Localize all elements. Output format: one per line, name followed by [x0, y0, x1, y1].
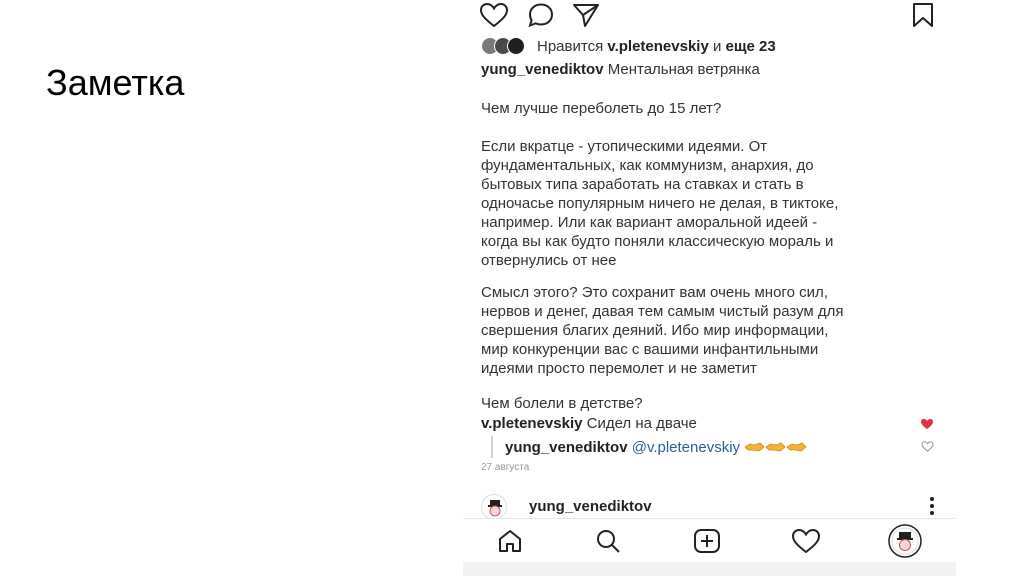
reply-author[interactable]: yung_venediktov	[505, 439, 628, 456]
caption-paragraph: Если вкратце - утопическими идеями. От ф…	[481, 138, 839, 269]
caption-paragraph: Смысл этого? Это сохранит вам очень мног…	[481, 284, 844, 377]
profile-avatar-icon[interactable]	[888, 524, 922, 563]
slide-title: Заметка	[46, 62, 185, 103]
caption-title: Ментальная ветрянка	[607, 61, 760, 78]
bottom-tab-bar	[463, 518, 956, 562]
reply-like-heart-icon[interactable]	[921, 439, 934, 457]
next-post-author[interactable]: yung_venediktov	[529, 498, 652, 515]
likes-row[interactable]: Нравится v.pletenevskiy и еще 23	[481, 36, 776, 56]
home-icon[interactable]	[497, 528, 523, 559]
heart-outline-icon[interactable]	[479, 2, 509, 33]
comment-bubble-icon[interactable]	[527, 2, 555, 33]
bookmark-icon[interactable]	[911, 2, 935, 33]
instagram-post-screenshot: Нравится v.pletenevskiy и еще 23 yung_ve…	[463, 0, 956, 576]
next-post-header: yung_venediktov	[481, 494, 941, 520]
caption-paragraph: Чем лучше переболеть до 15 лет?	[481, 100, 722, 117]
system-bar-strip	[463, 562, 956, 576]
activity-heart-icon[interactable]	[791, 528, 821, 559]
avatar[interactable]	[481, 494, 507, 520]
liker-username[interactable]: v.pletenevskiy	[607, 38, 708, 55]
comment-author[interactable]: v.pletenevskiy	[481, 415, 582, 432]
new-post-icon[interactable]	[693, 528, 721, 559]
comment-text: Сидел на дваче	[586, 415, 697, 432]
comment-liked-heart-icon[interactable]	[920, 417, 934, 435]
handshake-icon	[744, 441, 808, 453]
comment-reply: yung_venediktov @v.pletenevskiy	[491, 436, 808, 458]
likes-count[interactable]: еще 23	[726, 38, 776, 55]
liker-avatars	[481, 37, 535, 55]
caption-paragraph: Чем болели в детстве?	[481, 395, 643, 412]
search-icon[interactable]	[595, 528, 621, 559]
avatar	[507, 37, 525, 55]
send-paper-plane-icon[interactable]	[571, 2, 601, 33]
comment: v.pletenevskiy Сидел на дваче	[481, 415, 697, 432]
caption-title-line: yung_venediktov Ментальная ветрянка	[481, 61, 760, 78]
reply-mention[interactable]: @v.pletenevskiy	[632, 439, 740, 456]
caption-author[interactable]: yung_venediktov	[481, 61, 604, 78]
post-date: 27 августа	[481, 462, 530, 473]
likes-summary: Нравится v.pletenevskiy и еще 23	[537, 37, 776, 55]
post-action-bar	[479, 2, 939, 30]
